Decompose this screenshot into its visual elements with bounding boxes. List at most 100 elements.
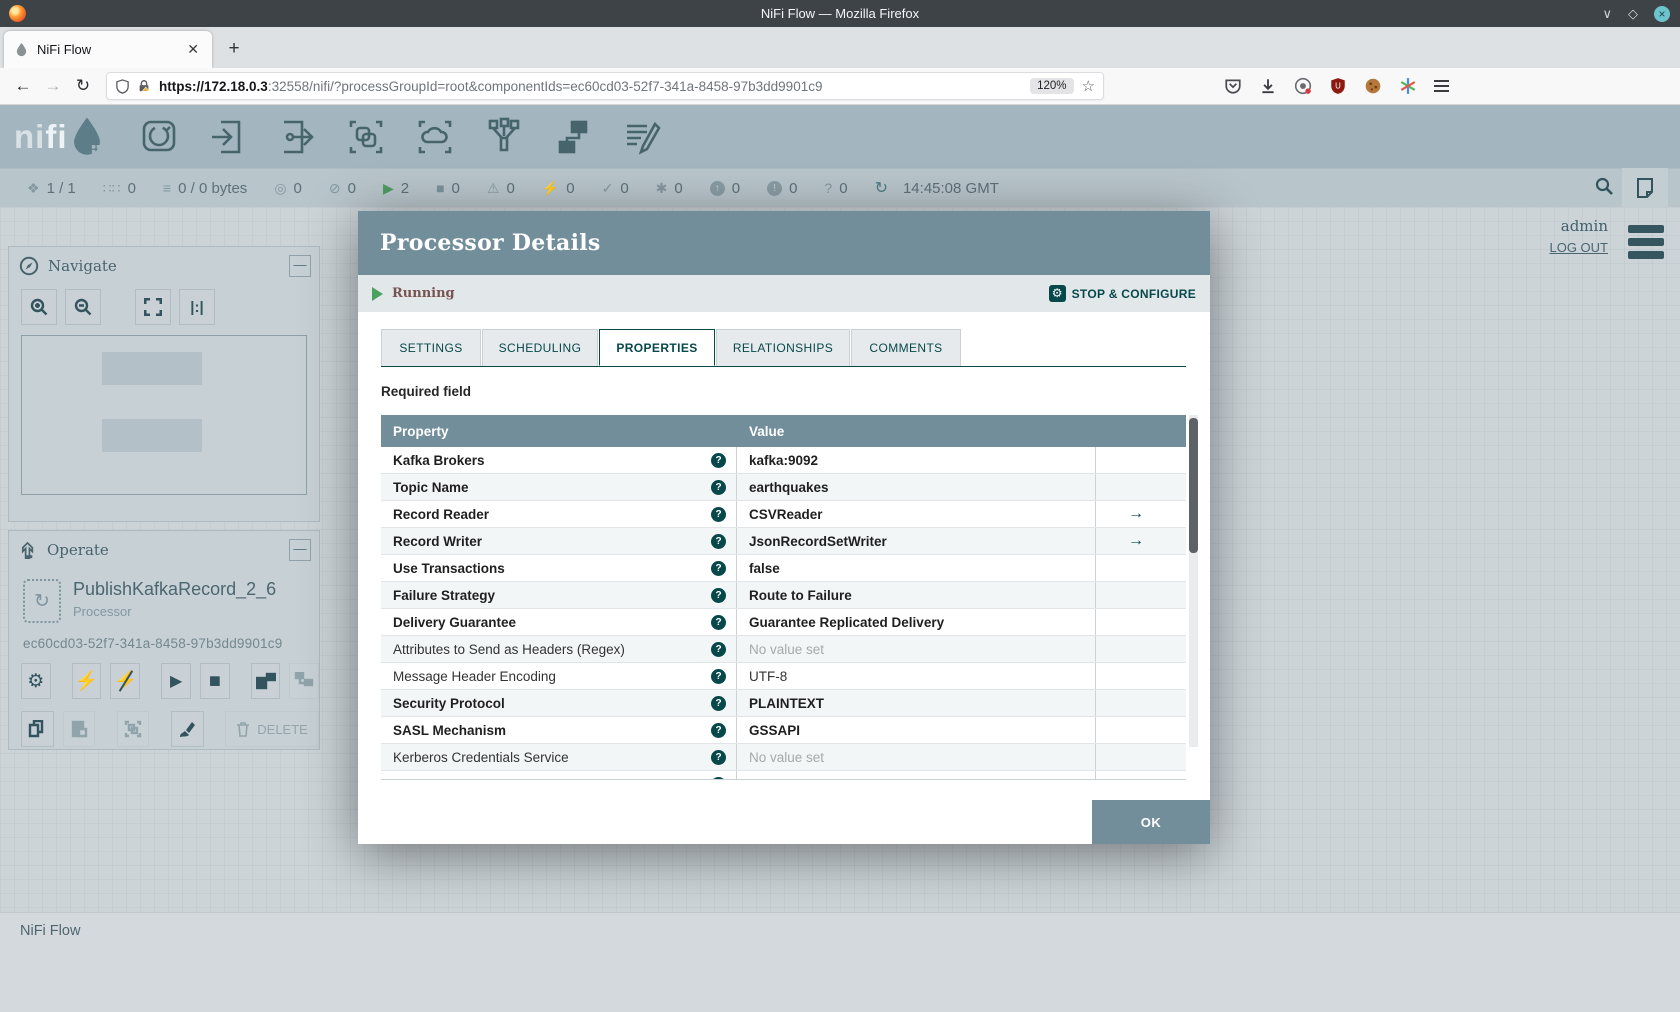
zoom-actual-button[interactable]: |:|	[179, 289, 215, 325]
property-row[interactable]: Delivery Guarantee ? Guarantee Replicate…	[381, 609, 1186, 636]
zoom-in-button[interactable]	[21, 289, 57, 325]
window-close-button[interactable]: ×	[1654, 5, 1670, 22]
funnel-component-icon[interactable]	[483, 116, 525, 158]
tab-relationships[interactable]: RELATIONSHIPS	[716, 329, 850, 366]
nifi-drop-icon	[73, 117, 100, 155]
property-row[interactable]: Record Writer ? JsonRecordSetWriter →	[381, 528, 1186, 555]
label-component-icon[interactable]	[621, 116, 663, 158]
zoom-out-button[interactable]	[65, 289, 101, 325]
property-value: Route to Failure	[749, 587, 852, 603]
bulletin-board-button[interactable]	[1622, 168, 1668, 207]
bookmark-star-icon[interactable]: ☆	[1082, 77, 1095, 95]
menu-hamburger-icon[interactable]	[1434, 77, 1449, 95]
birdseye-minimap[interactable]	[21, 335, 307, 495]
group-components-button[interactable]	[289, 663, 320, 699]
tracking-shield-icon[interactable]	[115, 78, 130, 94]
change-color-button[interactable]	[170, 711, 204, 747]
delete-button[interactable]: DELETE	[225, 711, 319, 747]
property-row[interactable]: Kerberos Credentials Service ? No value …	[381, 744, 1186, 771]
collapse-operate-icon[interactable]: —	[289, 539, 311, 561]
help-icon[interactable]: ?	[711, 695, 726, 711]
process-group-component-icon[interactable]	[345, 116, 387, 158]
url-bar[interactable]: https://172.18.0.3:32558/nifi/?processGr…	[106, 72, 1104, 100]
property-value: Guarantee Replicated Delivery	[749, 614, 945, 630]
help-icon[interactable]: ?	[711, 668, 726, 684]
property-name: Failure Strategy	[393, 587, 496, 603]
browser-tab[interactable]: NiFi Flow ✕	[4, 31, 212, 68]
goto-service-icon[interactable]: →	[1128, 505, 1144, 523]
input-port-component-icon[interactable]	[207, 116, 249, 158]
help-icon[interactable]: ?	[711, 722, 726, 738]
start-button[interactable]: ▶	[161, 663, 191, 699]
breadcrumb[interactable]: NiFi Flow	[20, 923, 1680, 939]
refresh-icon[interactable]: ↻	[875, 178, 888, 198]
property-row[interactable]: Use Transactions ? false →	[381, 555, 1186, 582]
zoom-fit-button[interactable]	[135, 289, 171, 325]
paste-button[interactable]	[62, 711, 96, 747]
window-minimize-button[interactable]: ∨	[1602, 6, 1612, 22]
status-item: ❖ 1 / 1	[27, 180, 76, 197]
cookie-icon[interactable]	[1364, 77, 1382, 95]
property-row[interactable]: Failure Strategy ? Route to Failure →	[381, 582, 1186, 609]
stop-button[interactable]: ■	[199, 663, 230, 699]
tab-properties[interactable]: PROPERTIES	[599, 329, 715, 366]
running-icon: ▶	[382, 179, 394, 196]
disable-button[interactable]: ⚡	[110, 663, 141, 699]
output-port-component-icon[interactable]	[276, 116, 318, 158]
help-icon[interactable]: ?	[711, 749, 726, 765]
collapse-navigate-icon[interactable]: —	[289, 255, 311, 277]
property-name: Use Transactions	[393, 560, 505, 576]
save-template-button[interactable]	[250, 663, 281, 699]
tab-scheduling[interactable]: SCHEDULING	[482, 329, 598, 366]
extension-icon[interactable]	[1294, 77, 1312, 95]
logout-link[interactable]: LOG OUT	[1549, 240, 1608, 255]
reload-button[interactable]: ↻	[68, 76, 98, 96]
tab-close-icon[interactable]: ✕	[184, 41, 202, 58]
help-icon[interactable]: ?	[711, 533, 726, 549]
copy-button[interactable]	[21, 711, 54, 747]
downloads-icon[interactable]	[1259, 77, 1277, 95]
lock-warning-icon[interactable]	[137, 79, 151, 93]
ublock-icon[interactable]: U	[1329, 77, 1347, 95]
search-icon[interactable]	[1594, 176, 1614, 196]
help-icon[interactable]: ?	[711, 776, 726, 779]
pocket-icon[interactable]	[1224, 77, 1242, 95]
help-icon[interactable]: ?	[711, 614, 726, 630]
help-icon[interactable]: ?	[711, 452, 726, 468]
help-icon[interactable]: ?	[711, 587, 726, 603]
enable-button[interactable]: ⚡	[71, 663, 102, 699]
help-icon[interactable]: ?	[711, 506, 726, 522]
property-row[interactable]: Message Header Encoding ? UTF-8 →	[381, 663, 1186, 690]
stop-and-configure-button[interactable]: ⚙ STOP & CONFIGURE	[1048, 285, 1196, 302]
property-row[interactable]: Topic Name ? earthquakes →	[381, 474, 1186, 501]
property-row[interactable]: SASL Mechanism ? GSSAPI →	[381, 717, 1186, 744]
configure-button[interactable]: ⚙	[21, 663, 51, 699]
help-icon[interactable]: ?	[711, 641, 726, 657]
new-tab-button[interactable]: +	[220, 35, 248, 63]
property-row[interactable]: Kafka Brokers ? kafka:9092 →	[381, 447, 1186, 474]
zoom-level-badge[interactable]: 120%	[1030, 78, 1074, 94]
forward-button[interactable]: →	[38, 76, 68, 96]
property-row[interactable]: Attributes to Send as Headers (Regex) ? …	[381, 636, 1186, 663]
help-icon[interactable]: ?	[711, 560, 726, 576]
table-scrollbar[interactable]	[1189, 415, 1198, 747]
tab-comments[interactable]: COMMENTS	[851, 329, 961, 366]
global-menu-icon[interactable]	[1628, 225, 1664, 264]
back-button[interactable]: ←	[8, 76, 38, 96]
template-component-icon[interactable]	[552, 116, 594, 158]
ok-button[interactable]: OK	[1092, 800, 1210, 844]
remote-process-group-component-icon[interactable]	[414, 116, 456, 158]
window-titlebar: NiFi Flow — Mozilla Firefox ∨ ◇ ×	[0, 0, 1680, 27]
tab-settings[interactable]: SETTINGS	[381, 329, 481, 366]
property-row[interactable]: Kerberos Service Name ? No value set →	[381, 771, 1186, 779]
goto-service-icon[interactable]: →	[1128, 532, 1144, 550]
group-selection-button[interactable]	[116, 711, 150, 747]
scrollbar-thumb[interactable]	[1189, 418, 1198, 553]
help-icon[interactable]: ?	[711, 479, 726, 495]
refresh-status[interactable]: ↻ 14:45:08 GMT	[875, 178, 999, 198]
processor-component-icon[interactable]	[138, 116, 180, 158]
multi-account-asterisk-icon[interactable]	[1399, 77, 1417, 95]
window-maximize-button[interactable]: ◇	[1628, 6, 1638, 22]
property-row[interactable]: Record Reader ? CSVReader →	[381, 501, 1186, 528]
property-row[interactable]: Security Protocol ? PLAINTEXT →	[381, 690, 1186, 717]
